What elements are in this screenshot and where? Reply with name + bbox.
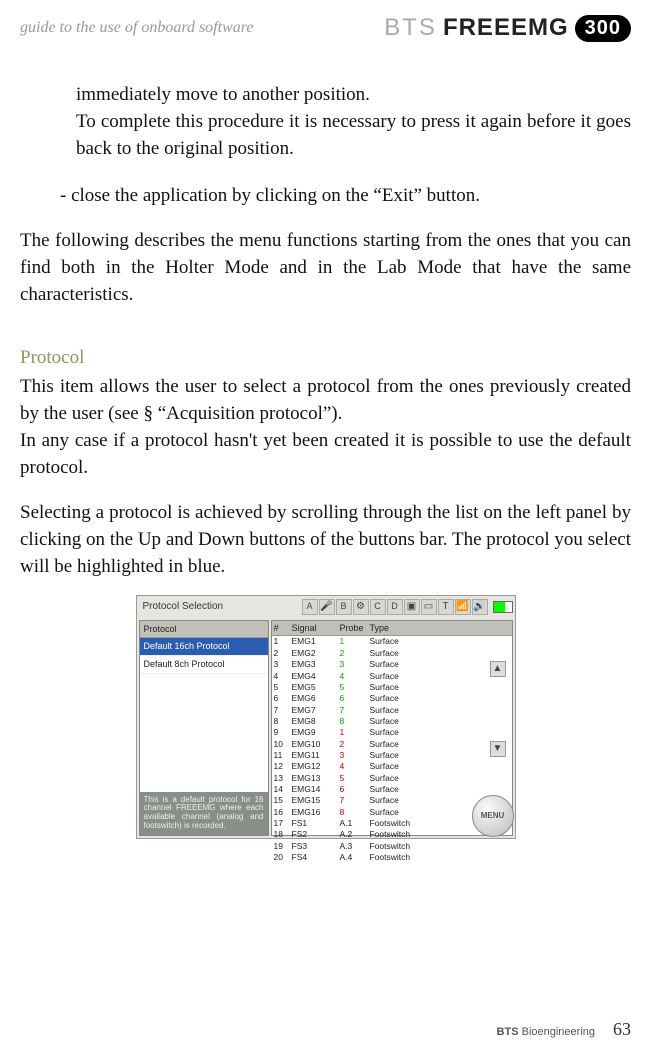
- fs-icon[interactable]: ▭: [421, 599, 437, 615]
- table-row[interactable]: 14EMG146Surface: [272, 784, 512, 795]
- page-header: guide to the use of onboard software BTS…: [20, 10, 631, 42]
- window-title: Protocol Selection: [137, 596, 302, 618]
- menu-button[interactable]: MENU: [472, 795, 514, 837]
- table-row[interactable]: 19FS3A.3Footswitch: [272, 841, 512, 852]
- paragraph: The following describes the menu functio…: [20, 228, 631, 309]
- logo-300-badge: 300: [575, 15, 631, 42]
- page-number: 63: [613, 1019, 631, 1040]
- table-row[interactable]: 3EMG33Surface: [272, 659, 512, 670]
- table-row[interactable]: 5EMG55Surface: [272, 682, 512, 693]
- table-row[interactable]: 13EMG135Surface: [272, 773, 512, 784]
- guide-subtitle: guide to the use of onboard software: [20, 19, 253, 37]
- protocol-list-header: Protocol: [140, 621, 268, 639]
- section-heading-protocol: Protocol: [20, 345, 631, 372]
- settings-icon[interactable]: ⚙: [353, 599, 369, 615]
- col-signal-header: Signal: [290, 621, 338, 636]
- t-icon[interactable]: T: [438, 599, 454, 615]
- table-row[interactable]: 4EMG44Surface: [272, 671, 512, 682]
- body-content: immediately move to another position. To…: [20, 82, 631, 839]
- table-row[interactable]: 6EMG66Surface: [272, 693, 512, 704]
- channel-table-panel: # Signal Probe Type 1EMG11Surface2EMG22S…: [271, 620, 513, 836]
- protocol-list-panel: Protocol Default 16ch Protocol Default 8…: [139, 620, 269, 836]
- product-logo: BTS FREEEMG 300: [384, 14, 631, 42]
- mic-icon[interactable]: 🎤: [319, 599, 335, 615]
- signal-icon[interactable]: 📶: [455, 599, 471, 615]
- table-row[interactable]: 11EMG113Surface: [272, 750, 512, 761]
- paragraph: To complete this procedure it is necessa…: [76, 109, 631, 163]
- paragraph: - close the application by clicking on t…: [60, 183, 631, 210]
- top-tabs: A 🎤 B ⚙ C D ▣ ▭ T 📶 🔊: [302, 596, 515, 618]
- protocol-row[interactable]: Default 8ch Protocol: [140, 656, 268, 674]
- col-type-header: Type: [368, 621, 512, 636]
- col-probe-header: Probe: [338, 621, 368, 636]
- table-row[interactable]: 18FS2A.2Footswitch: [272, 829, 512, 840]
- paragraph: This item allows the user to select a pr…: [20, 374, 631, 428]
- paragraph: In any case if a protocol hasn't yet bee…: [20, 428, 631, 482]
- down-button[interactable]: ▼: [490, 741, 506, 757]
- page-footer: BTS Bioengineering 63: [497, 1019, 631, 1040]
- speaker-icon[interactable]: 🔊: [472, 599, 488, 615]
- table-header-row: # Signal Probe Type: [272, 621, 512, 637]
- table-row[interactable]: 9EMG91Surface: [272, 727, 512, 738]
- table-rows: 1EMG11Surface2EMG22Surface3EMG33Surface4…: [272, 636, 512, 863]
- tab-c[interactable]: C: [370, 599, 386, 615]
- db-icon[interactable]: ▣: [404, 599, 420, 615]
- table-row[interactable]: 8EMG88Surface: [272, 716, 512, 727]
- protocol-selection-screenshot: Protocol Selection A 🎤 B ⚙ C D ▣ ▭ T 📶 🔊…: [136, 595, 516, 839]
- footer-brand: BTS Bioengineering: [497, 1026, 595, 1038]
- paragraph: Selecting a protocol is achieved by scro…: [20, 500, 631, 581]
- tab-a[interactable]: A: [302, 599, 318, 615]
- battery-indicator: [493, 601, 513, 613]
- logo-freeemg-text: FREEEMG: [443, 14, 569, 42]
- tab-b[interactable]: B: [336, 599, 352, 615]
- col-num-header: #: [272, 621, 290, 636]
- table-row[interactable]: 1EMG11Surface: [272, 636, 512, 647]
- protocol-row-selected[interactable]: Default 16ch Protocol: [140, 638, 268, 656]
- table-row[interactable]: 10EMG102Surface: [272, 739, 512, 750]
- table-row[interactable]: 20FS4A.4Footswitch: [272, 852, 512, 863]
- logo-bts-text: BTS: [384, 14, 437, 42]
- paragraph: immediately move to another position.: [76, 82, 631, 109]
- tab-d[interactable]: D: [387, 599, 403, 615]
- up-button[interactable]: ▲: [490, 661, 506, 677]
- table-row[interactable]: 12EMG124Surface: [272, 761, 512, 772]
- table-row[interactable]: 2EMG22Surface: [272, 648, 512, 659]
- table-row[interactable]: 7EMG77Surface: [272, 705, 512, 716]
- protocol-description: This is a default protocol for 16 channe…: [140, 792, 268, 835]
